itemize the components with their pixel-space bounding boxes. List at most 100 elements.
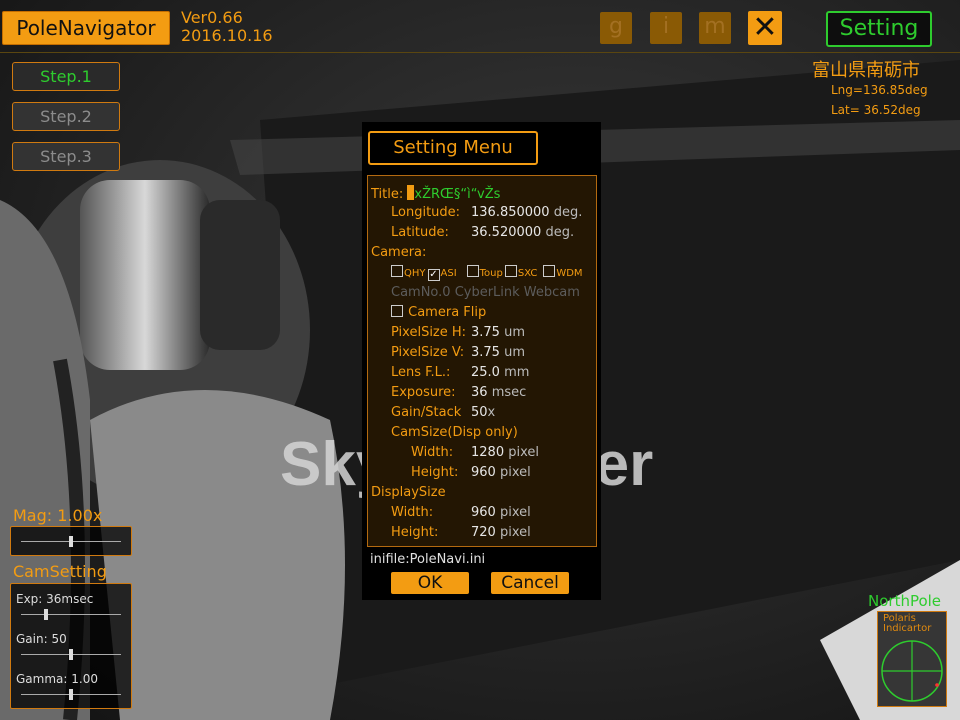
camera-option-wdm[interactable]: WDM (543, 265, 584, 280)
disp-height-row: Height: 720 pixel (391, 525, 531, 541)
disp-height-label: Height: (391, 525, 439, 540)
exposure-slider-knob[interactable] (44, 609, 48, 620)
disp-width-unit: pixel (499, 505, 531, 520)
cam-height-label: Height: (411, 465, 459, 480)
camera-flip-checkbox[interactable] (391, 305, 403, 317)
pixelsize-v-row: PixelSize V: 3.75 um (391, 345, 525, 361)
qhy-label: QHY (404, 268, 426, 279)
camera-section-label: Camera: (371, 245, 427, 260)
cam-height-value[interactable]: 960 (471, 465, 496, 480)
title-field-value[interactable]: xŽRŒ§“ì“vŽs (414, 187, 500, 202)
wdm-label: WDM (556, 268, 583, 279)
lens-unit: mm (504, 365, 530, 380)
asi-checkbox-checked[interactable]: ✓ (427, 269, 440, 281)
cam-width-label: Width: (411, 445, 454, 460)
disp-width-value[interactable]: 960 (471, 505, 496, 520)
pixelsize-h-value[interactable]: 3.75 (471, 325, 500, 340)
cam-width-unit: pixel (508, 445, 540, 460)
mag-slider-knob[interactable] (69, 536, 73, 547)
location-name: 富山県南砺市 (812, 60, 920, 81)
qhy-checkbox[interactable] (391, 265, 403, 277)
pixelsize-v-value[interactable]: 3.75 (471, 345, 500, 360)
camsetting-label: CamSetting (13, 562, 107, 581)
longitude-value[interactable]: 136.850000 (471, 205, 550, 220)
polaris-indicator-panel: Polaris Indicartor (877, 611, 947, 707)
toup-checkbox[interactable] (466, 265, 479, 277)
disp-width-label: Width: (391, 505, 434, 520)
mag-label: Mag: 1.00x (13, 506, 103, 525)
cancel-button[interactable]: Cancel (491, 572, 569, 594)
exposure-slider-track[interactable] (21, 614, 121, 615)
step-3-button[interactable]: Step.3 (12, 142, 120, 171)
camera-flip-row[interactable]: Camera Flip (391, 305, 486, 321)
cam-height-row: Height: 960 pixel (411, 465, 531, 481)
mag-slider[interactable] (10, 526, 132, 556)
gain-slider-label: Gain: 50 (16, 632, 67, 646)
settings-panel: Title: xŽRŒ§“ì“vŽs Longitude: 136.850000 … (367, 175, 597, 547)
disp-height-unit: pixel (499, 525, 531, 540)
pixelsize-h-unit: um (504, 325, 525, 340)
camera-option-asi[interactable]: ✓ ASI (427, 265, 467, 281)
polaris-reticle-icon (881, 640, 943, 702)
camera-option-toup[interactable]: Toup (466, 265, 505, 280)
title-field-label: Title: (371, 187, 404, 202)
cam-width-value[interactable]: 1280 (471, 445, 504, 460)
camsetting-panel: Exp: 36msec Gain: 50 Gamma: 1.00 (10, 583, 132, 709)
app-title: PoleNavigator (2, 11, 170, 45)
gain-label: Gain/Stack (391, 405, 462, 420)
setting-button[interactable]: Setting (826, 11, 932, 47)
dialog-title: Setting Menu (368, 131, 538, 165)
exposure-unit: msec (491, 385, 527, 400)
pixelsize-v-unit: um (504, 345, 525, 360)
step-2-button[interactable]: Step.2 (12, 102, 120, 131)
pixelsize-v-label: PixelSize V: (391, 345, 465, 360)
close-button[interactable]: ✕ (748, 11, 782, 45)
camera-option-sxc[interactable]: SXC (504, 265, 543, 280)
g-button[interactable]: g (600, 12, 632, 44)
i-button[interactable]: i (650, 12, 682, 44)
gain-value[interactable]: 50 (471, 405, 488, 420)
lens-value[interactable]: 25.0 (471, 365, 500, 380)
gamma-slider-knob[interactable] (69, 689, 73, 700)
sxc-label: SXC (517, 268, 538, 279)
lens-row: Lens F.L.: 25.0 mm (391, 365, 529, 381)
gain-row: Gain/Stack 50x (391, 405, 495, 421)
inifile-path: inifile:PoleNavi.ini (370, 552, 486, 567)
version-date: 2016.10.16 (181, 26, 273, 45)
ok-button[interactable]: OK (391, 572, 469, 594)
header-divider (0, 52, 960, 53)
wdm-checkbox[interactable] (543, 265, 556, 277)
disp-height-value[interactable]: 720 (471, 525, 496, 540)
title-row: Title: xŽRŒ§“ì“vŽs (371, 185, 500, 203)
asi-label: ASI (440, 268, 457, 279)
pixelsize-h-row: PixelSize H: 3.75 um (391, 325, 525, 341)
longitude-row: Longitude: 136.850000 deg. (391, 205, 582, 221)
toup-label: Toup (479, 268, 503, 279)
longitude-unit: deg. (553, 205, 583, 220)
latitude-unit: deg. (545, 225, 575, 240)
lens-label: Lens F.L.: (391, 365, 451, 380)
m-button[interactable]: m (699, 12, 731, 44)
exposure-label: Exposure: (391, 385, 456, 400)
location-latitude: Lat= 36.52deg (831, 103, 921, 117)
camera-option-qhy[interactable]: QHY (391, 265, 428, 280)
sxc-checkbox[interactable] (504, 265, 517, 277)
latitude-row: Latitude: 36.520000 deg. (391, 225, 574, 241)
version-info: Ver0.66 2016.10.16 (181, 9, 273, 45)
gain-unit: x (487, 405, 496, 420)
latitude-value[interactable]: 36.520000 (471, 225, 541, 240)
gain-slider-knob[interactable] (69, 649, 73, 660)
cam-height-unit: pixel (499, 465, 531, 480)
northpole-label: NorthPole (868, 592, 942, 610)
gamma-slider-label: Gamma: 1.00 (16, 672, 98, 686)
disp-width-row: Width: 960 pixel (391, 505, 531, 521)
camera-flip-label: Camera Flip (408, 305, 487, 320)
version-number: Ver0.66 (181, 8, 243, 27)
close-icon: ✕ (752, 10, 778, 45)
exposure-value[interactable]: 36 (471, 385, 488, 400)
location-longitude: Lng=136.85deg (831, 83, 928, 97)
latitude-label: Latitude: (391, 225, 449, 240)
step-1-button[interactable]: Step.1 (12, 62, 120, 91)
exposure-slider-label: Exp: 36msec (16, 592, 94, 606)
exposure-row: Exposure: 36 msec (391, 385, 526, 401)
